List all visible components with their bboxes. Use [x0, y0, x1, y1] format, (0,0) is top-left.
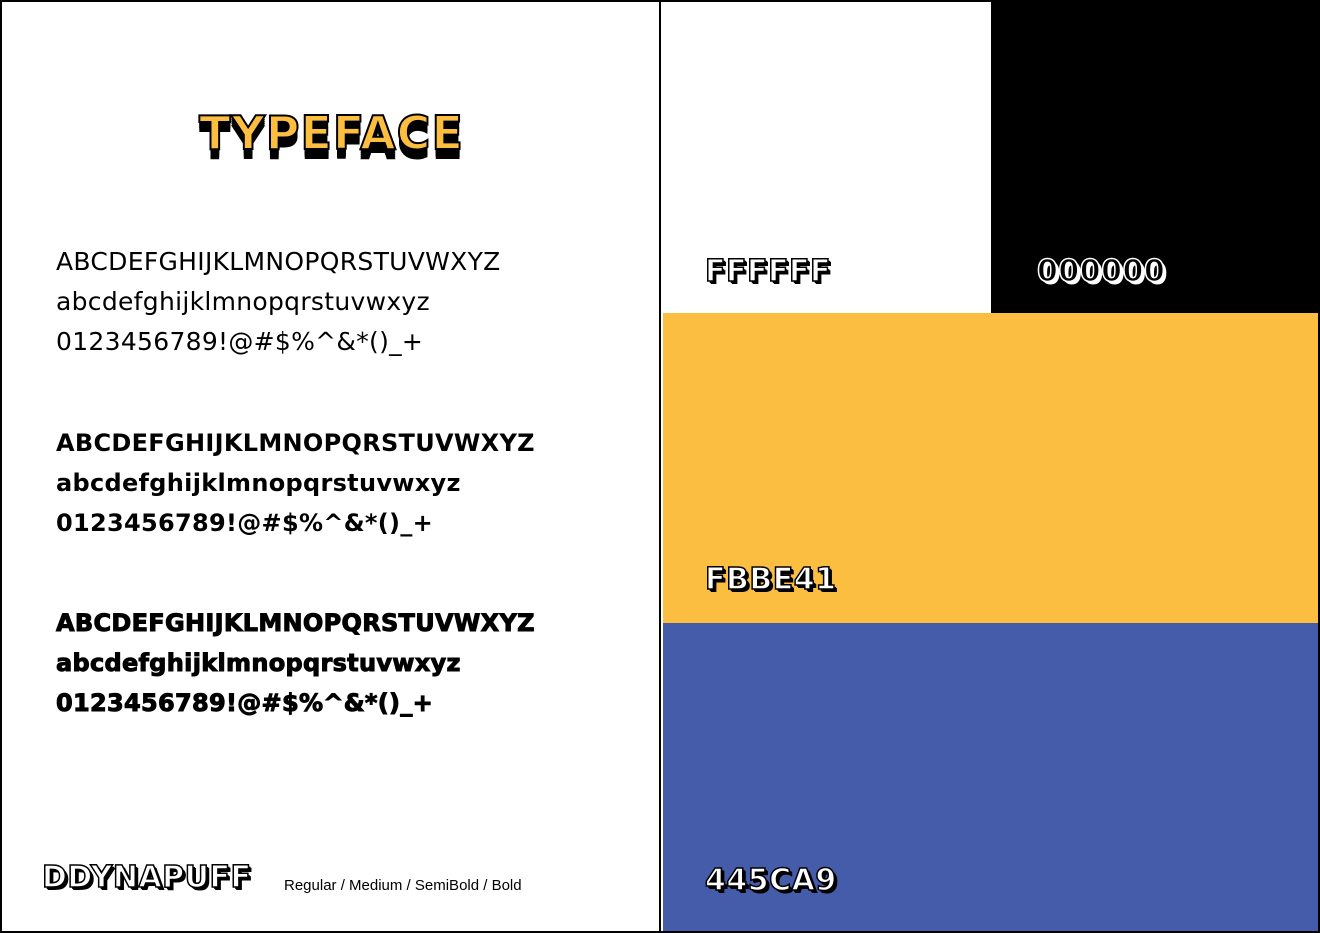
hex-code-blue: 445CA9: [704, 862, 837, 899]
swatch-black: 000000: [991, 2, 1318, 313]
specimen-lowercase: abcdefghijklmnopqrstuvwxyz: [56, 649, 461, 678]
specimen-numerals: 0123456789!@#$%^&*()_+: [56, 689, 434, 718]
hex-code-white: FFFFFF: [704, 253, 831, 290]
typeface-title: TYPEFACE: [198, 105, 464, 161]
specimen-lowercase: abcdefghijklmnopqrstuvwxyz: [56, 287, 430, 316]
specimen-regular: ABCDEFGHIJKLMNOPQRSTUVWXYZ abcdefghijklm…: [56, 242, 646, 362]
specimen-lowercase: abcdefghijklmnopqrstuvwxyz: [56, 469, 461, 497]
specimen-uppercase: ABCDEFGHIJKLMNOPQRSTUVWXYZ: [56, 247, 501, 276]
specimen-semibold: ABCDEFGHIJKLMNOPQRSTUVWXYZ abcdefghijklm…: [56, 423, 646, 543]
swatch-white: FFFFFF: [663, 2, 991, 313]
specimen-numerals: 0123456789!@#$%^&*()_+: [56, 327, 424, 356]
specimen-uppercase: ABCDEFGHIJKLMNOPQRSTUVWXYZ: [56, 609, 536, 638]
style-guide-sheet: TYPEFACE ABCDEFGHIJKLMNOPQRSTUVWXYZ abcd…: [0, 0, 1320, 933]
typeface-panel: TYPEFACE ABCDEFGHIJKLMNOPQRSTUVWXYZ abcd…: [2, 2, 661, 931]
hex-code-yellow: FBBE41: [704, 561, 837, 598]
swatch-blue: 445CA9: [663, 623, 1318, 931]
specimen-bold: ABCDEFGHIJKLMNOPQRSTUVWXYZ abcdefghijklm…: [56, 603, 646, 723]
specimen-uppercase: ABCDEFGHIJKLMNOPQRSTUVWXYZ: [56, 429, 535, 457]
swatch-yellow: FBBE41: [663, 313, 1318, 623]
font-name: DDYNAPUFF: [41, 859, 252, 896]
font-weights-label: Regular / Medium / SemiBold / Bold: [284, 877, 522, 894]
hex-code-black: 000000: [1036, 253, 1166, 290]
specimen-numerals: 0123456789!@#$%^&*()_+: [56, 509, 434, 537]
